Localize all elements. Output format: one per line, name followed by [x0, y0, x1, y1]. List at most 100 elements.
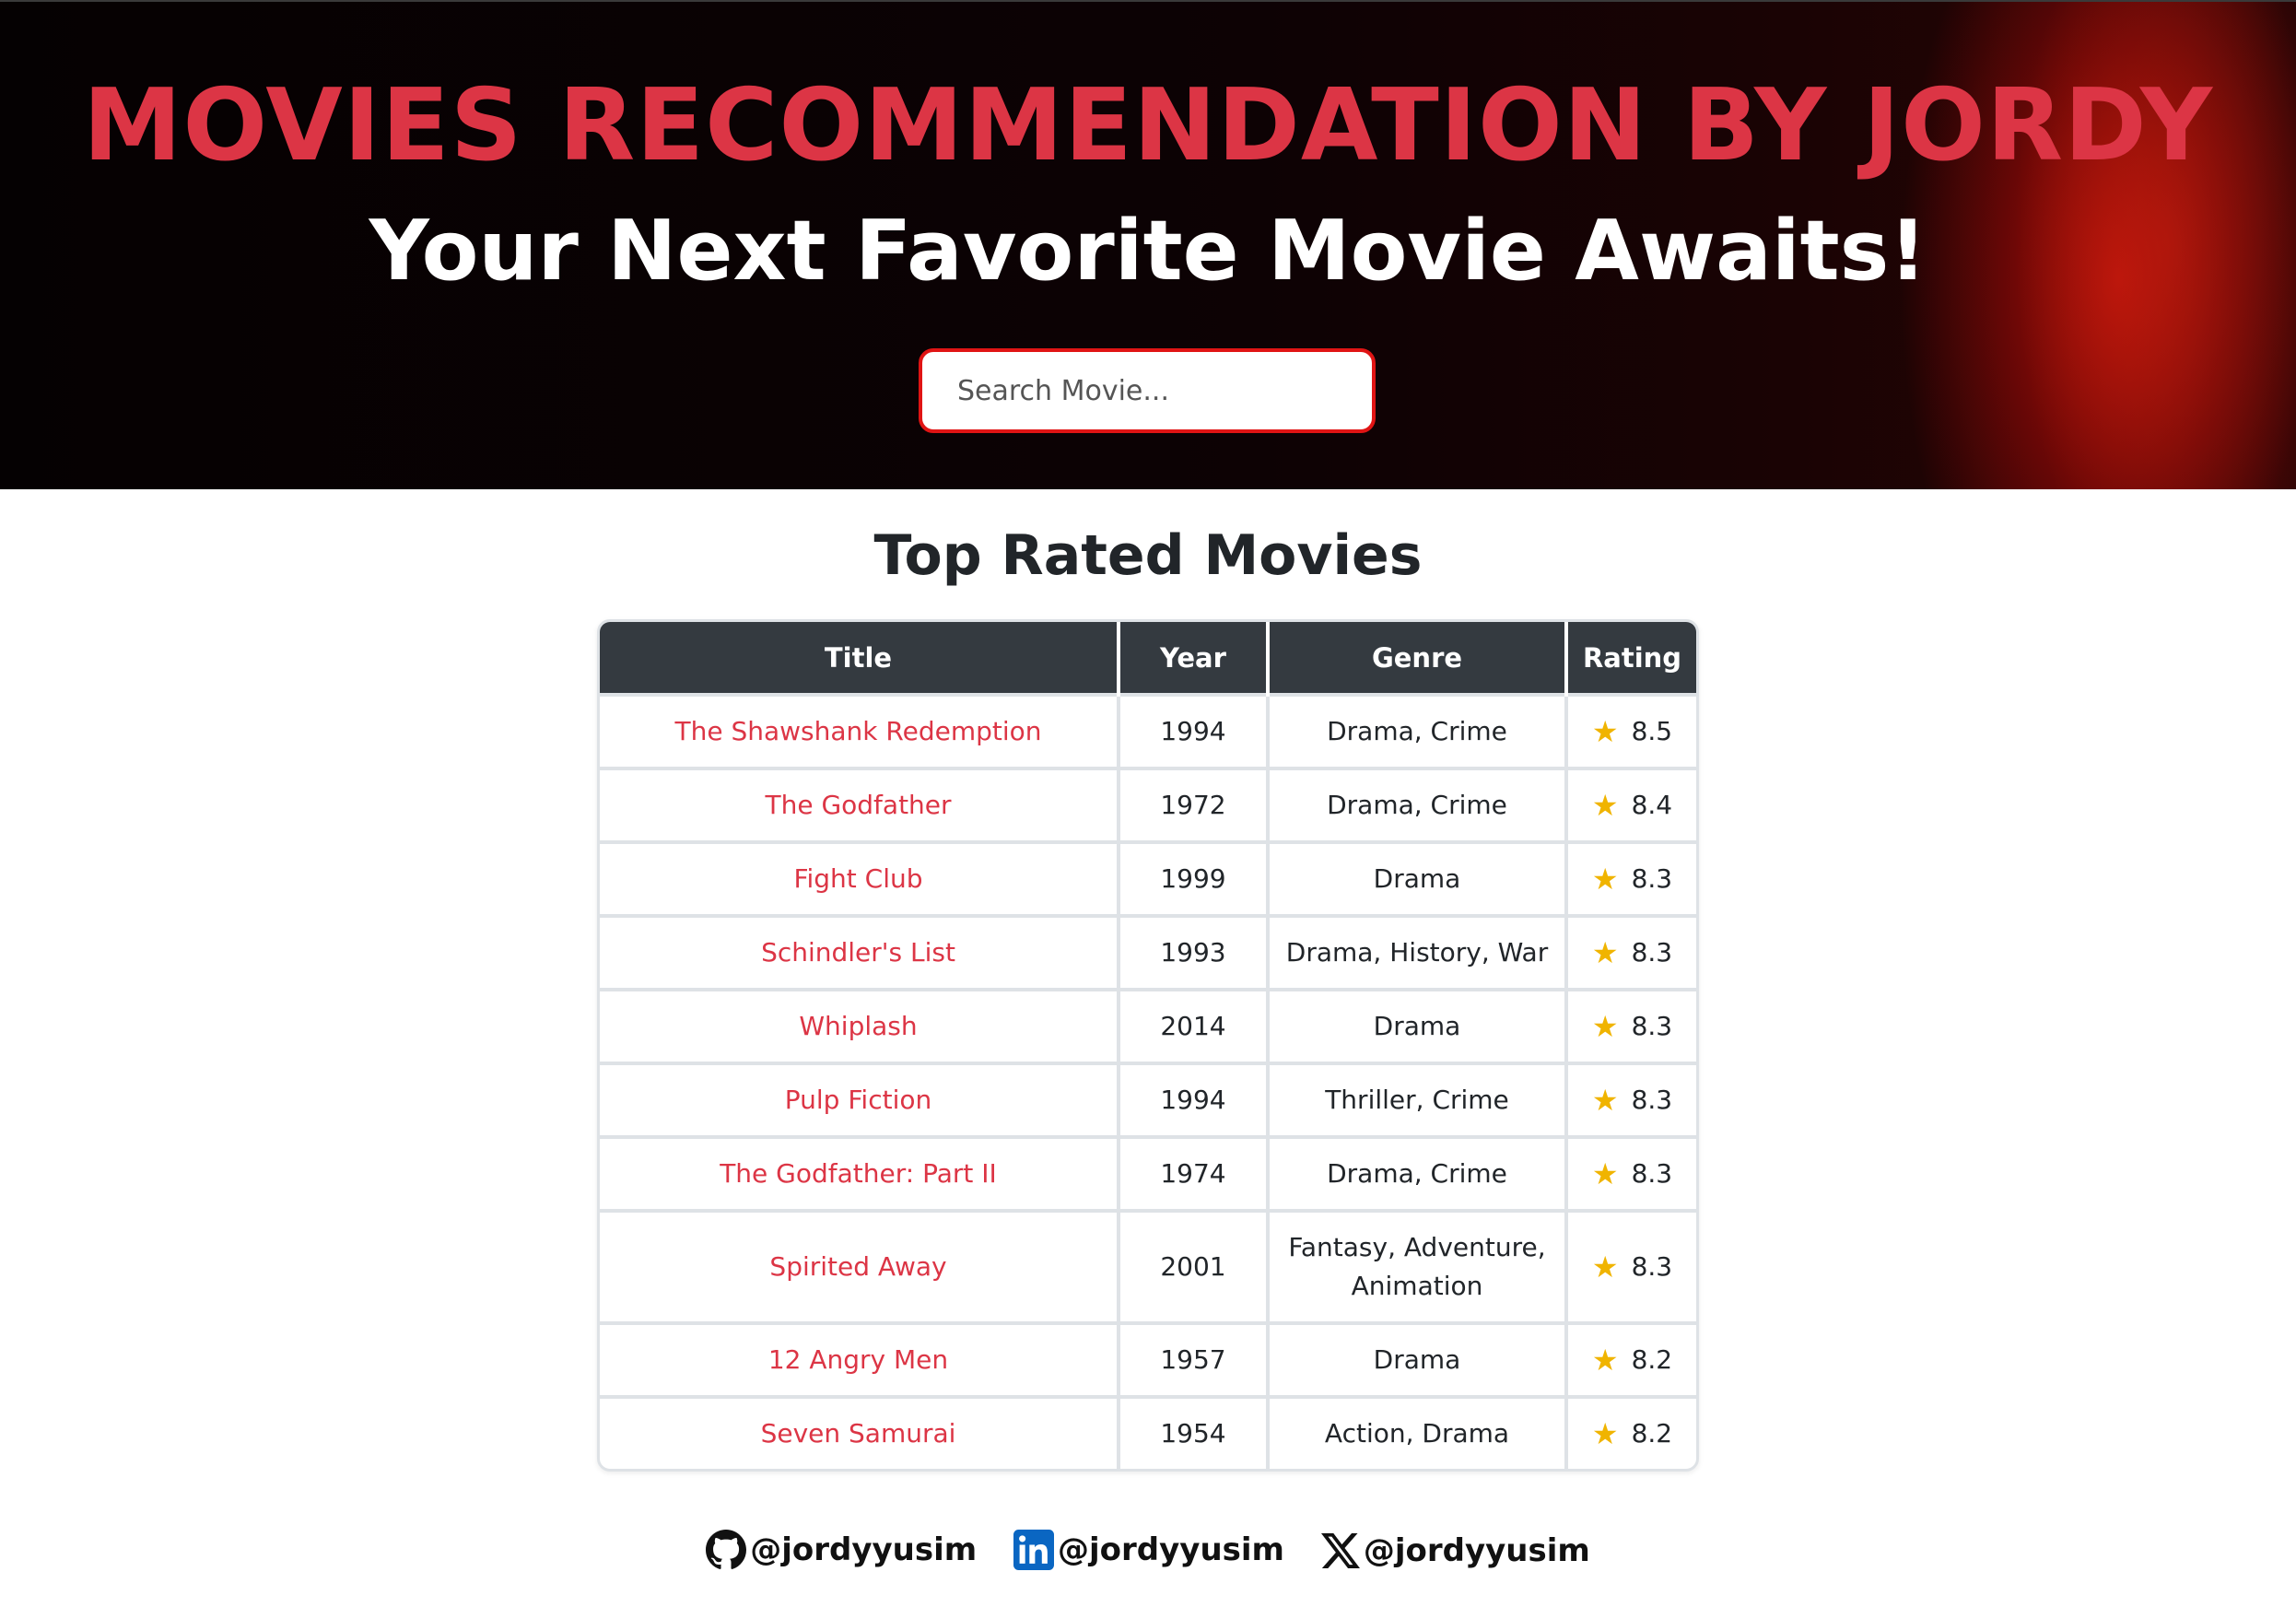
- table-header-row: Title Year Genre Rating: [600, 622, 1696, 695]
- star-icon: ★: [1591, 935, 1619, 970]
- table-row: Fight Club 1999 Drama ★ 8.3: [600, 840, 1696, 916]
- top-rated-heading: Top Rated Movies: [873, 523, 1423, 588]
- star-icon: ★: [1591, 862, 1619, 897]
- title-cell: Seven Samurai: [600, 1395, 1120, 1469]
- rating-value: 8.2: [1631, 1344, 1673, 1375]
- movie-title-link[interactable]: Schindler's List: [761, 937, 955, 968]
- rating-cell: ★ 8.2: [1566, 1395, 1696, 1469]
- title-cell: Fight Club: [600, 840, 1120, 916]
- github-link[interactable]: @jordyyusim: [706, 1530, 977, 1570]
- genre-cell: Drama, Crime: [1268, 1135, 1568, 1211]
- github-icon: [706, 1530, 747, 1569]
- table-row: Pulp Fiction 1994 Thriller, Crime ★ 8.3: [600, 1062, 1696, 1137]
- column-header-rating: Rating: [1566, 622, 1696, 695]
- rating-value: 8.3: [1631, 937, 1673, 968]
- search-input[interactable]: [919, 348, 1376, 433]
- movies-table-container: Title Year Genre Rating The Shawshank Re…: [597, 619, 1699, 1472]
- genre-cell: Thriller, Crime: [1268, 1062, 1568, 1137]
- rating-cell: ★ 8.2: [1566, 1321, 1696, 1397]
- movie-title-link[interactable]: 12 Angry Men: [768, 1344, 948, 1375]
- movie-title-link[interactable]: Pulp Fiction: [785, 1085, 931, 1115]
- movies-table: Title Year Genre Rating The Shawshank Re…: [600, 622, 1696, 1469]
- year-cell: 1972: [1119, 767, 1270, 842]
- rating-value: 8.3: [1631, 1158, 1673, 1189]
- rating-cell: ★ 8.3: [1566, 1062, 1696, 1137]
- title-cell: Pulp Fiction: [600, 1062, 1120, 1137]
- page-subtitle: Your Next Favorite Movie Awaits!: [369, 203, 1927, 299]
- column-header-genre: Genre: [1268, 622, 1568, 695]
- year-cell: 1999: [1119, 840, 1270, 916]
- rating-value: 8.3: [1631, 1011, 1673, 1041]
- genre-cell: Drama, History, War: [1268, 914, 1568, 990]
- genre-cell: Fantasy, Adventure, Animation: [1268, 1209, 1568, 1323]
- movie-title-link[interactable]: Fight Club: [793, 863, 922, 894]
- year-cell: 1993: [1119, 914, 1270, 990]
- rating-value: 8.3: [1631, 863, 1673, 894]
- movie-title-link[interactable]: The Shawshank Redemption: [674, 716, 1041, 746]
- year-cell: 1974: [1119, 1135, 1270, 1211]
- genre-cell: Drama, Crime: [1268, 693, 1568, 768]
- star-icon: ★: [1591, 788, 1619, 823]
- year-cell: 1994: [1119, 1062, 1270, 1137]
- rating-cell: ★ 8.4: [1566, 767, 1696, 842]
- genre-cell: Drama: [1268, 840, 1568, 916]
- rating-cell: ★ 8.3: [1566, 988, 1696, 1063]
- column-header-title: Title: [600, 622, 1120, 695]
- movie-title-link[interactable]: The Godfather: Part II: [720, 1158, 997, 1189]
- table-row: The Godfather 1972 Drama, Crime ★ 8.4: [600, 767, 1696, 842]
- rating-cell: ★ 8.3: [1566, 1209, 1696, 1323]
- github-handle: @jordyyusim: [750, 1531, 978, 1568]
- rating-cell: ★ 8.5: [1566, 693, 1696, 768]
- year-cell: 2014: [1119, 988, 1270, 1063]
- title-cell: The Godfather: [600, 767, 1120, 842]
- rating-cell: ★ 8.3: [1566, 914, 1696, 990]
- hero-banner: MOVIES RECOMMENDATION BY JORDY Your Next…: [0, 0, 2296, 489]
- star-icon: ★: [1591, 1009, 1619, 1044]
- table-row: Seven Samurai 1954 Action, Drama ★ 8.2: [600, 1395, 1696, 1469]
- table-row: The Godfather: Part II 1974 Drama, Crime…: [600, 1135, 1696, 1211]
- column-header-year: Year: [1119, 622, 1270, 695]
- rating-cell: ★ 8.3: [1566, 840, 1696, 916]
- star-icon: ★: [1591, 1343, 1619, 1378]
- star-icon: ★: [1591, 1416, 1619, 1451]
- genre-cell: Drama, Crime: [1268, 767, 1568, 842]
- year-cell: 1954: [1119, 1395, 1270, 1469]
- genre-cell: Drama: [1268, 1321, 1568, 1397]
- x-handle: @jordyyusim: [1363, 1532, 1590, 1569]
- linkedin-link[interactable]: @jordyyusim: [1013, 1530, 1284, 1570]
- rating-cell: ★ 8.3: [1566, 1135, 1696, 1211]
- movie-title-link[interactable]: Seven Samurai: [761, 1418, 956, 1449]
- star-icon: ★: [1591, 1249, 1619, 1284]
- title-cell: Whiplash: [600, 988, 1120, 1063]
- table-row: Spirited Away 2001 Fantasy, Adventure, A…: [600, 1209, 1696, 1323]
- rating-value: 8.3: [1631, 1251, 1673, 1282]
- genre-cell: Drama: [1268, 988, 1568, 1063]
- year-cell: 2001: [1119, 1209, 1270, 1323]
- rating-value: 8.3: [1631, 1085, 1673, 1115]
- title-cell: The Shawshank Redemption: [600, 693, 1120, 768]
- movie-title-link[interactable]: The Godfather: [765, 790, 951, 820]
- x-icon: [1320, 1532, 1360, 1569]
- table-row: Schindler's List 1993 Drama, History, Wa…: [600, 914, 1696, 990]
- rating-value: 8.4: [1631, 790, 1673, 820]
- table-row: 12 Angry Men 1957 Drama ★ 8.2: [600, 1321, 1696, 1397]
- movie-title-link[interactable]: Spirited Away: [769, 1251, 946, 1282]
- table-row: The Shawshank Redemption 1994 Drama, Cri…: [600, 693, 1696, 768]
- rating-value: 8.5: [1631, 716, 1673, 746]
- x-link[interactable]: @jordyyusim: [1320, 1531, 1590, 1570]
- year-cell: 1994: [1119, 693, 1270, 768]
- title-cell: Spirited Away: [600, 1209, 1120, 1323]
- title-cell: 12 Angry Men: [600, 1321, 1120, 1397]
- social-footer: @jordyyusim @jordyyusim @jordyyusim: [0, 1530, 2296, 1578]
- linkedin-icon: [1013, 1530, 1055, 1570]
- star-icon: ★: [1591, 714, 1619, 749]
- rating-value: 8.2: [1631, 1418, 1673, 1449]
- year-cell: 1957: [1119, 1321, 1270, 1397]
- title-cell: The Godfather: Part II: [600, 1135, 1120, 1211]
- genre-cell: Action, Drama: [1268, 1395, 1568, 1469]
- star-icon: ★: [1591, 1083, 1619, 1118]
- movie-title-link[interactable]: Whiplash: [799, 1011, 917, 1041]
- linkedin-handle: @jordyyusim: [1058, 1531, 1284, 1568]
- page-title: MOVIES RECOMMENDATION BY JORDY: [82, 68, 2214, 183]
- table-row: Whiplash 2014 Drama ★ 8.3: [600, 988, 1696, 1063]
